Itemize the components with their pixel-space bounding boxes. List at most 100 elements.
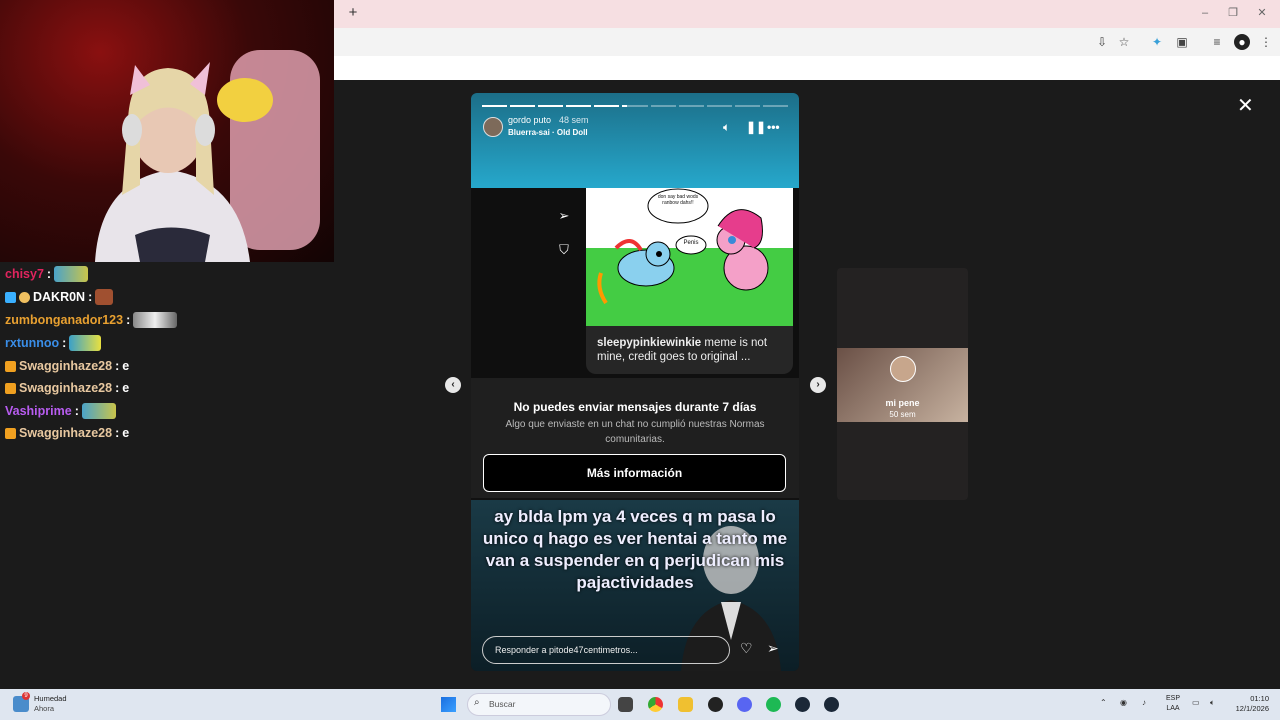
- post-image: don say bad wods ranbow dahs!! Penis: [586, 188, 793, 326]
- progress-segment: [594, 105, 620, 107]
- chat-message: chisy7 :: [5, 264, 89, 284]
- media-icon[interactable]: ≡: [1209, 34, 1225, 50]
- taskbar-clock[interactable]: 01:10 12/1/2026: [1227, 694, 1269, 714]
- bookmark-icon[interactable]: ⛉: [553, 239, 575, 261]
- extension-icon[interactable]: ✦: [1149, 34, 1165, 50]
- more-info-button[interactable]: Más información: [483, 454, 786, 492]
- next-story-avatar: [890, 356, 916, 382]
- search-icon: ⌕: [474, 697, 480, 708]
- puzzle-icon[interactable]: ▣: [1174, 34, 1190, 50]
- chat-emote: [69, 335, 102, 351]
- speech-bubble-text: Penis: [683, 240, 699, 246]
- menu-icon[interactable]: ⋮: [1258, 34, 1274, 50]
- chat-separator: :: [46, 267, 52, 281]
- chat-separator: :: [115, 426, 120, 440]
- discord-icon[interactable]: [737, 697, 752, 712]
- chat-badge-icon: [5, 427, 16, 439]
- chat-separator: :: [62, 336, 67, 350]
- chat-username: DAKR0N: [33, 290, 86, 304]
- chat-message: Swagginhaze28 : e: [5, 423, 129, 443]
- chat-emote: [54, 266, 89, 282]
- chat-username: Vashiprime: [5, 404, 72, 418]
- progress-segment: [762, 105, 788, 107]
- notice-body: Algo que enviaste en un chat no cumplió …: [505, 419, 765, 445]
- language-code: ESP: [1165, 695, 1180, 702]
- file-explorer-icon[interactable]: [618, 697, 633, 712]
- spotify-icon[interactable]: [766, 697, 781, 712]
- story-timestamp: 48 sem: [559, 115, 589, 125]
- star-icon[interactable]: ☆: [1116, 34, 1132, 50]
- display-icon[interactable]: ▭: [1192, 698, 1200, 707]
- network-icon[interactable]: ◉: [1120, 698, 1127, 707]
- pause-icon[interactable]: ❚❚: [746, 120, 766, 134]
- next-story-name: mi pene: [885, 398, 920, 408]
- chat-separator: :: [74, 404, 79, 418]
- speech-bubble-text: don say bad wods ranbow dahs!!: [657, 194, 699, 206]
- chat-separator: :: [115, 381, 120, 395]
- chat-username: rxtunnoo: [5, 336, 60, 350]
- author-avatar[interactable]: [483, 117, 503, 137]
- chat-username: chisy7: [5, 267, 44, 281]
- share-icon[interactable]: ➢: [553, 205, 575, 227]
- previous-story-button[interactable]: ‹: [445, 377, 461, 393]
- chat-username: Swagginhaze28: [19, 426, 113, 440]
- chrome-icon[interactable]: [648, 697, 663, 712]
- next-story-preview[interactable]: mi pene 50 sem: [837, 268, 968, 500]
- weather-title[interactable]: Humedad: [34, 694, 67, 703]
- close-viewer-icon[interactable]: ✕: [1237, 96, 1254, 116]
- webcam-overlay: [0, 0, 334, 262]
- chat-message: DAKR0N :: [5, 287, 114, 307]
- window-close-button[interactable]: ✕: [1255, 6, 1269, 20]
- next-story-button[interactable]: ›: [810, 377, 826, 393]
- heart-icon[interactable]: ♡: [740, 640, 753, 657]
- chat-text: e: [122, 426, 130, 440]
- author-name[interactable]: gordo puto: [508, 115, 551, 125]
- send-icon[interactable]: ➢: [767, 640, 779, 657]
- progress-segment: [482, 105, 508, 107]
- profile-icon[interactable]: ●: [1234, 34, 1250, 50]
- minimize-button[interactable]: –: [1198, 6, 1212, 20]
- chat-username: Swagginhaze28: [19, 381, 113, 395]
- story-music[interactable]: Bluerra-sai · Old Doll: [508, 128, 588, 137]
- install-icon[interactable]: ⇩: [1094, 34, 1110, 50]
- clock-time: 01:10: [1250, 694, 1269, 703]
- chat-message: zumbonganador123 :: [5, 310, 178, 330]
- search-placeholder: Buscar: [489, 699, 516, 709]
- pony-cartoon: [597, 188, 769, 305]
- more-options-icon[interactable]: •••: [767, 120, 780, 134]
- chat-text: e: [122, 359, 130, 373]
- language-indicator[interactable]: ESP LAA: [1163, 694, 1183, 714]
- microphone-icon[interactable]: ♪: [1142, 698, 1146, 707]
- tray-chevron-icon[interactable]: ⌃: [1100, 698, 1107, 707]
- steam-icon[interactable]: [824, 697, 839, 712]
- progress-segment: [734, 105, 760, 107]
- progress-segment: [622, 105, 648, 107]
- restore-button[interactable]: ❐: [1226, 6, 1240, 20]
- story-card[interactable]: gordo puto 48 sem Bluerra-sai · Old Doll…: [471, 93, 799, 671]
- folder-icon[interactable]: [678, 697, 693, 712]
- reply-input[interactable]: Responder a pitode47centimetros...: [482, 636, 730, 664]
- notice-title: No puedes enviar mensajes durante 7 días: [513, 400, 757, 414]
- clock-date: 12/1/2026: [1235, 704, 1269, 713]
- chat-message: Vashiprime :: [5, 401, 116, 421]
- chat-emote: [81, 403, 116, 419]
- story-video: ay blda lpm ya 4 veces q m pasa lo unico…: [471, 500, 799, 671]
- volume-icon[interactable]: 🔈︎: [1210, 698, 1215, 708]
- steam-icon[interactable]: [795, 697, 810, 712]
- chat-message: Swagginhaze28 : e: [5, 356, 129, 376]
- progress-segment: [706, 105, 732, 107]
- chat-separator: :: [115, 359, 120, 373]
- progress-segment: [538, 105, 564, 107]
- chat-emote: [95, 289, 114, 305]
- chat-text: e: [122, 381, 130, 395]
- notification-badge: 9: [22, 692, 30, 700]
- caption-username[interactable]: sleepypinkiewinkie: [597, 337, 701, 349]
- obs-icon[interactable]: [708, 697, 723, 712]
- chat-username: zumbonganador123: [5, 313, 124, 327]
- mute-icon[interactable]: 🔈︎: [723, 120, 730, 135]
- windows-start-icon[interactable]: [441, 697, 456, 712]
- new-tab-button[interactable]: +: [346, 5, 360, 20]
- next-story-time: 50 sem: [889, 410, 916, 419]
- shared-post[interactable]: ➢ ⛉ don say bad wods ranbow dahs!! Penis…: [471, 188, 799, 378]
- video-caption: ay blda lpm ya 4 veces q m pasa lo unico…: [482, 507, 788, 592]
